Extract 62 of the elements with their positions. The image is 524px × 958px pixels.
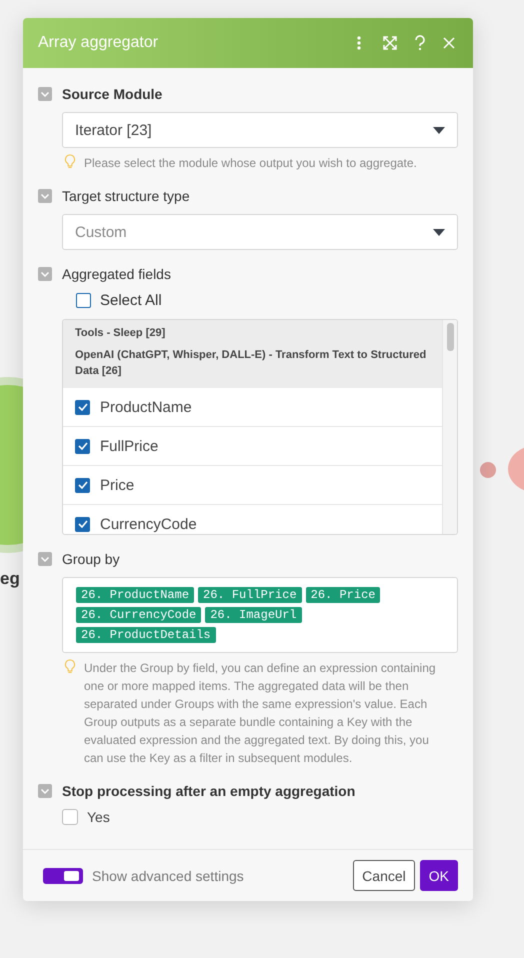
option-label: Yes <box>87 809 110 825</box>
module-group-title: OpenAI (ChatGPT, Whisper, DALL-E) - Transform Text to Structured Data [26] <box>75 348 428 379</box>
dropdown-field[interactable]: Custom <box>62 214 458 250</box>
chevron-down-icon <box>40 90 50 98</box>
mapped-item-tag[interactable]: 26. ProductDetails <box>76 627 216 643</box>
checkbox[interactable] <box>76 293 91 308</box>
checkbox[interactable] <box>75 400 90 414</box>
chevron-down-icon <box>40 555 50 563</box>
collapse-toggle[interactable] <box>38 87 52 101</box>
hint-text: Please select the module whose output you wish to aggregate. <box>84 155 418 172</box>
collapse-toggle[interactable] <box>38 784 52 798</box>
cancel-button[interactable]: Cancel <box>353 860 415 891</box>
field-label: FullPrice <box>100 438 158 454</box>
field-row[interactable]: Price <box>63 466 442 505</box>
check-icon <box>78 442 88 450</box>
checkbox[interactable] <box>75 478 90 492</box>
section-label: Target structure type <box>62 188 190 204</box>
field-label: ProductName <box>100 398 192 416</box>
section-label: Group by <box>62 551 120 567</box>
caret-icon <box>433 126 445 134</box>
select-all-label: Select All <box>100 292 162 309</box>
collapse-toggle[interactable] <box>38 552 52 566</box>
dropdown-field[interactable]: Iterator [23] <box>62 112 458 148</box>
close-icon[interactable] <box>443 37 455 49</box>
check-icon <box>78 481 88 489</box>
checkbox[interactable] <box>62 809 78 825</box>
caret-icon <box>433 228 445 236</box>
check-icon <box>78 520 88 528</box>
section-label: Aggregated fields <box>62 266 171 282</box>
module-group-title: Tools - Sleep [29] <box>75 326 166 341</box>
dialog-title: Array aggregator <box>38 34 158 52</box>
group-by-field[interactable]: 26. ProductName 26. FullPrice 26. Price 26. CurrencyCode 26. ImageUrl 26. ProductDetails <box>62 577 458 653</box>
checkbox[interactable] <box>75 438 90 454</box>
expand-icon[interactable] <box>383 36 397 50</box>
mapped-item-tag[interactable]: 26. ProductName <box>76 587 194 603</box>
field-row[interactable]: FullPrice <box>63 427 442 466</box>
chevron-down-icon <box>40 192 50 200</box>
ok-button[interactable]: OK <box>420 860 458 891</box>
mapped-item-tag[interactable]: 26. ImageUrl <box>205 607 302 623</box>
chevron-down-icon <box>40 787 50 795</box>
section-label: Stop processing after an empty aggregation <box>62 783 356 799</box>
section-label: Source Module <box>62 86 162 102</box>
hint-text: Under the Group by field, you can define an expression containing one or more mapped items. The aggregated data will be then separated under Groups with the same expression's value. Each Group outputs as a separate bundle containing a Key with the evaluated expression and the aggregated text. By doing this, you can use the Key as a filter in subsequent modules. <box>84 660 437 767</box>
advanced-settings-label: Show advanced settings <box>92 868 244 884</box>
field-label: Price <box>100 476 134 494</box>
module-label: eg <box>0 569 20 589</box>
mapped-item-tag[interactable]: 26. Price <box>306 587 380 603</box>
lightbulb-icon <box>64 659 76 675</box>
chevron-down-icon <box>40 270 50 278</box>
connector-dot-icon <box>480 462 496 478</box>
collapse-toggle[interactable] <box>38 189 52 203</box>
toggle-switch[interactable] <box>43 868 83 884</box>
collapse-toggle[interactable] <box>38 267 52 281</box>
check-icon <box>78 403 88 411</box>
field-row[interactable]: ProductName <box>63 388 442 427</box>
scrollbar-thumb[interactable] <box>446 323 454 351</box>
field-label: CurrencyCode <box>100 516 197 532</box>
checkbox[interactable] <box>75 516 90 532</box>
mapped-item-tag[interactable]: 26. CurrencyCode <box>76 607 202 623</box>
help-icon[interactable] <box>414 35 426 51</box>
mapped-item-tag[interactable]: 26. FullPrice <box>198 587 302 603</box>
lightbulb-icon <box>64 154 76 170</box>
